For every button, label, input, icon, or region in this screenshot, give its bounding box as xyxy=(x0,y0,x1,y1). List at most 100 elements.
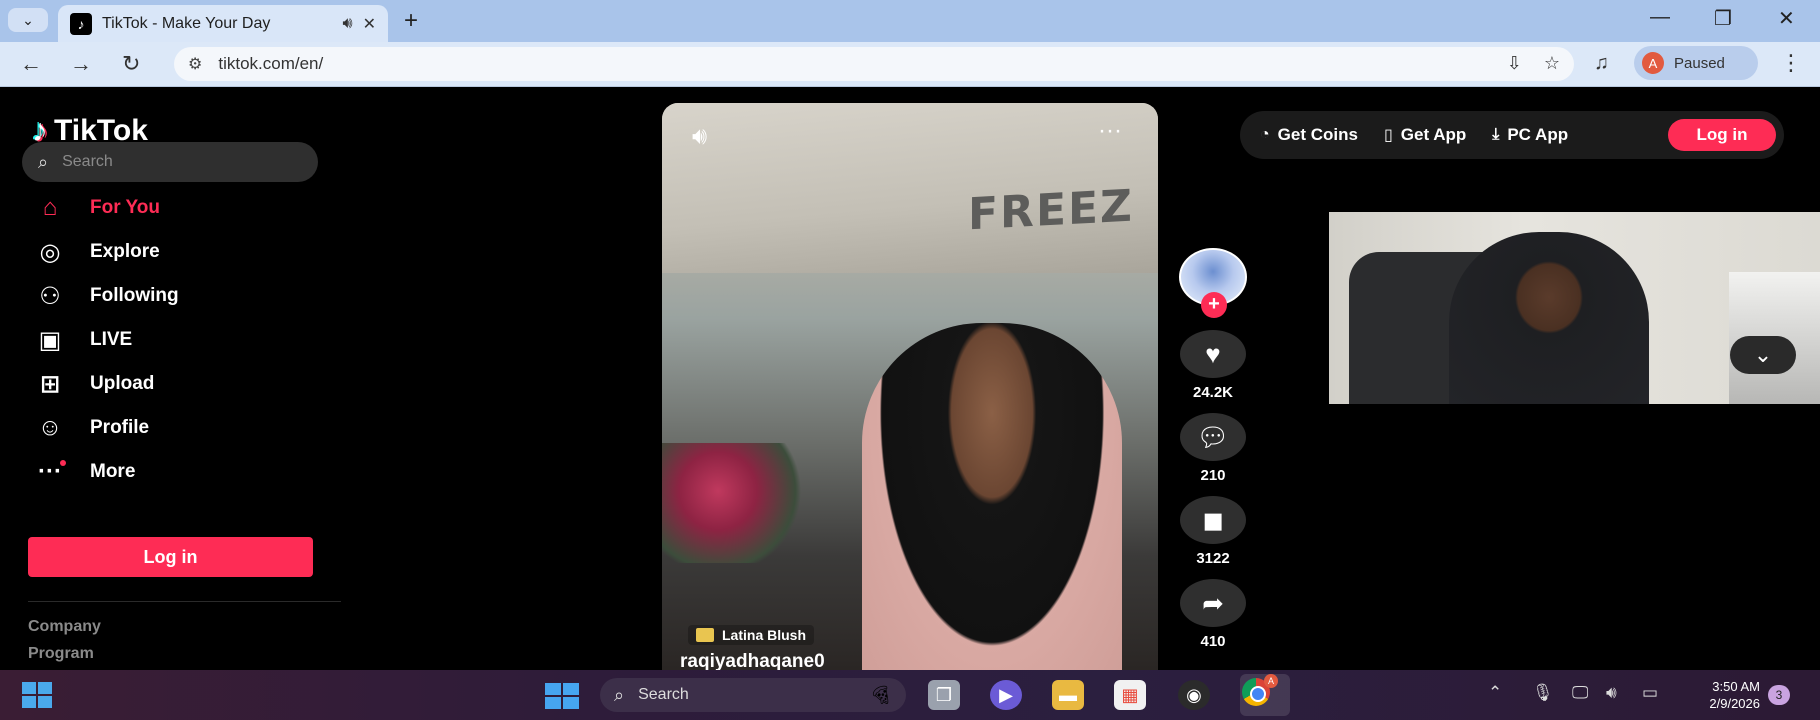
volume-icon[interactable]: 🔊︎ xyxy=(692,123,707,151)
search-icon: ⌕ xyxy=(38,151,49,172)
comment-button[interactable]: 💬︎ xyxy=(1180,413,1246,461)
coin-icon: ◔ xyxy=(1260,126,1270,143)
profile-status: Paused xyxy=(1674,54,1725,72)
meet-icon[interactable]: ▶ xyxy=(990,680,1022,710)
creator-avatar[interactable]: + xyxy=(1179,248,1247,318)
next-video-button[interactable]: ⌄ xyxy=(1730,336,1796,374)
video-brand-text: FREEZ xyxy=(968,180,1134,241)
save-count: 3122 xyxy=(1196,550,1230,567)
comment-icon: 💬︎ xyxy=(1196,421,1230,452)
sidebar-item-label: Profile xyxy=(90,417,150,438)
person-icon: ☺ xyxy=(37,414,63,441)
sound-name: Latina Blush xyxy=(722,627,807,643)
new-tab-button[interactable]: + xyxy=(404,7,418,35)
following-icon: ⚇ xyxy=(39,282,61,310)
get-coins-label: Get Coins xyxy=(1277,125,1358,144)
sidebar-item-upload[interactable]: ⊞ Upload xyxy=(32,362,179,406)
search-input[interactable]: ⌕ Search xyxy=(22,142,318,182)
compass-icon: ◎ xyxy=(39,238,61,266)
install-app-icon[interactable]: ⇩ xyxy=(1507,53,1522,74)
microphone-icon[interactable]: 🎙︎ xyxy=(1532,683,1554,703)
sidebar-item-following[interactable]: ⚇ Following xyxy=(32,274,179,318)
widgets-icon[interactable] xyxy=(22,682,54,708)
header-actions: ◔ Get Coins ▯ Get App ⤓ PC App Log in xyxy=(1240,111,1784,159)
restore-button[interactable]: ❐ xyxy=(1714,6,1732,31)
speaker-icon[interactable]: 🔊︎ xyxy=(343,15,353,33)
profile-button[interactable]: A Paused xyxy=(1634,46,1758,80)
phone-icon: ▯ xyxy=(1383,127,1393,144)
share-button[interactable]: ➦ xyxy=(1180,579,1246,627)
clock-date: 2/9/2026 xyxy=(1709,696,1760,711)
tab-search-dropdown[interactable]: ⌄ xyxy=(8,8,48,32)
close-tab-icon[interactable]: ✕ xyxy=(363,14,376,34)
sidebar-item-for-you[interactable]: ⌂ For You xyxy=(32,186,179,230)
store-icon[interactable]: ▦ xyxy=(1114,680,1146,710)
sidebar-item-live[interactable]: ▣ LIVE xyxy=(32,318,179,362)
like-count: 24.2K xyxy=(1192,384,1234,401)
address-bar[interactable]: ⚙ tiktok.com/en/ ⇩ ☆ xyxy=(174,47,1574,81)
music-icon xyxy=(696,628,714,642)
footer-link-program[interactable]: Program xyxy=(28,645,94,663)
follow-plus-icon[interactable]: + xyxy=(1201,292,1227,318)
browser-menu-icon[interactable]: ⋮ xyxy=(1780,50,1802,76)
live-icon: ▣ xyxy=(38,326,62,354)
header-login-button[interactable]: Log in xyxy=(1668,119,1776,151)
sidebar-item-more[interactable]: ··· More xyxy=(32,450,179,494)
browser-tab[interactable]: ♪ TikTok - Make Your Day 🔊︎ ✕ xyxy=(58,5,388,42)
media-controls-icon[interactable]: ♫ xyxy=(1594,52,1609,75)
forward-button[interactable]: → xyxy=(70,51,92,77)
home-icon: ⌂ xyxy=(42,194,58,221)
minimize-button[interactable]: — xyxy=(1650,6,1670,29)
bookmark-icon: ◼ xyxy=(1202,504,1224,535)
task-view-icon[interactable]: ❐ xyxy=(928,680,960,710)
heart-icon: ♥ xyxy=(1205,338,1221,369)
system-clock[interactable]: 3:50 AM 2/9/2026 xyxy=(1690,678,1760,712)
obs-icon[interactable]: ◉ xyxy=(1178,680,1210,710)
download-icon: ⤓ xyxy=(1492,126,1500,143)
chevron-up-icon[interactable]: ⌃ xyxy=(1488,683,1502,703)
like-button[interactable]: ♥ xyxy=(1180,330,1246,378)
reload-button[interactable]: ↻ xyxy=(122,51,140,77)
taskbar-search-label: Search xyxy=(638,686,689,703)
get-app-link[interactable]: ▯ Get App xyxy=(1384,125,1466,145)
sidebar-menu: ⌂ For You ◎ Explore ⚇ Following ▣ LIVE ⊞… xyxy=(32,186,179,494)
profile-avatar: A xyxy=(1642,52,1664,74)
volume-icon[interactable]: 🔊︎ xyxy=(1606,683,1617,703)
pc-app-label: PC App xyxy=(1507,125,1569,144)
video-more-icon[interactable]: ··· xyxy=(1098,117,1122,145)
network-icon[interactable]: 🖵 xyxy=(1572,683,1588,703)
sidebar-item-profile[interactable]: ☺ Profile xyxy=(32,406,179,450)
pc-app-link[interactable]: ⤓ PC App xyxy=(1492,125,1568,145)
sidebar-item-label: LIVE xyxy=(90,329,133,350)
taskbar-search[interactable]: ⌕ Search 🍕︎ xyxy=(600,678,906,712)
footer-link-company[interactable]: Company xyxy=(28,618,101,636)
get-coins-link[interactable]: ◔ Get Coins xyxy=(1260,125,1358,145)
bookmark-star-icon[interactable]: ☆ xyxy=(1544,53,1560,74)
notification-badge[interactable]: 3 xyxy=(1768,685,1790,705)
start-button[interactable] xyxy=(545,683,579,709)
site-info-icon[interactable]: ⚙ xyxy=(188,54,202,74)
more-icon: ··· xyxy=(32,458,68,486)
windows-taskbar: ⌕ Search 🍕︎ ❐ ▶ ▬ ▦ ◉ A ⌃ 🎙︎ 🖵 🔊︎ ▭ 3:50… xyxy=(0,670,1820,720)
video-player[interactable]: FREEZ 🔊︎ ··· Latina Blush raqiyadhaqane0 xyxy=(662,103,1158,670)
clock-time: 3:50 AM xyxy=(1712,679,1760,694)
save-button[interactable]: ◼ xyxy=(1180,496,1246,544)
file-explorer-icon[interactable]: ▬ xyxy=(1052,680,1084,710)
sidebar-item-label: For You xyxy=(90,197,161,218)
sidebar-item-explore[interactable]: ◎ Explore xyxy=(32,230,179,274)
tiktok-favicon-icon: ♪ xyxy=(70,12,92,35)
share-count: 410 xyxy=(1200,633,1226,650)
battery-icon[interactable]: ▭ xyxy=(1642,683,1658,703)
sound-tag[interactable]: Latina Blush xyxy=(688,625,815,645)
get-app-label: Get App xyxy=(1400,125,1467,144)
sidebar-item-label: Following xyxy=(90,285,179,306)
comment-count: 210 xyxy=(1200,467,1226,484)
pizza-icon: 🍕︎ xyxy=(869,684,892,705)
chrome-profile-badge: A xyxy=(1264,674,1278,688)
sidebar-login-button[interactable]: Log in xyxy=(28,537,313,577)
close-window-button[interactable]: ✕ xyxy=(1778,6,1795,31)
browser-tab-bar: ⌄ ♪ TikTok - Make Your Day 🔊︎ ✕ + — ❐ ✕ xyxy=(0,0,1820,42)
back-button[interactable]: ← xyxy=(20,51,42,77)
sidebar-divider xyxy=(28,601,341,602)
video-username[interactable]: raqiyadhaqane0 xyxy=(680,651,825,670)
